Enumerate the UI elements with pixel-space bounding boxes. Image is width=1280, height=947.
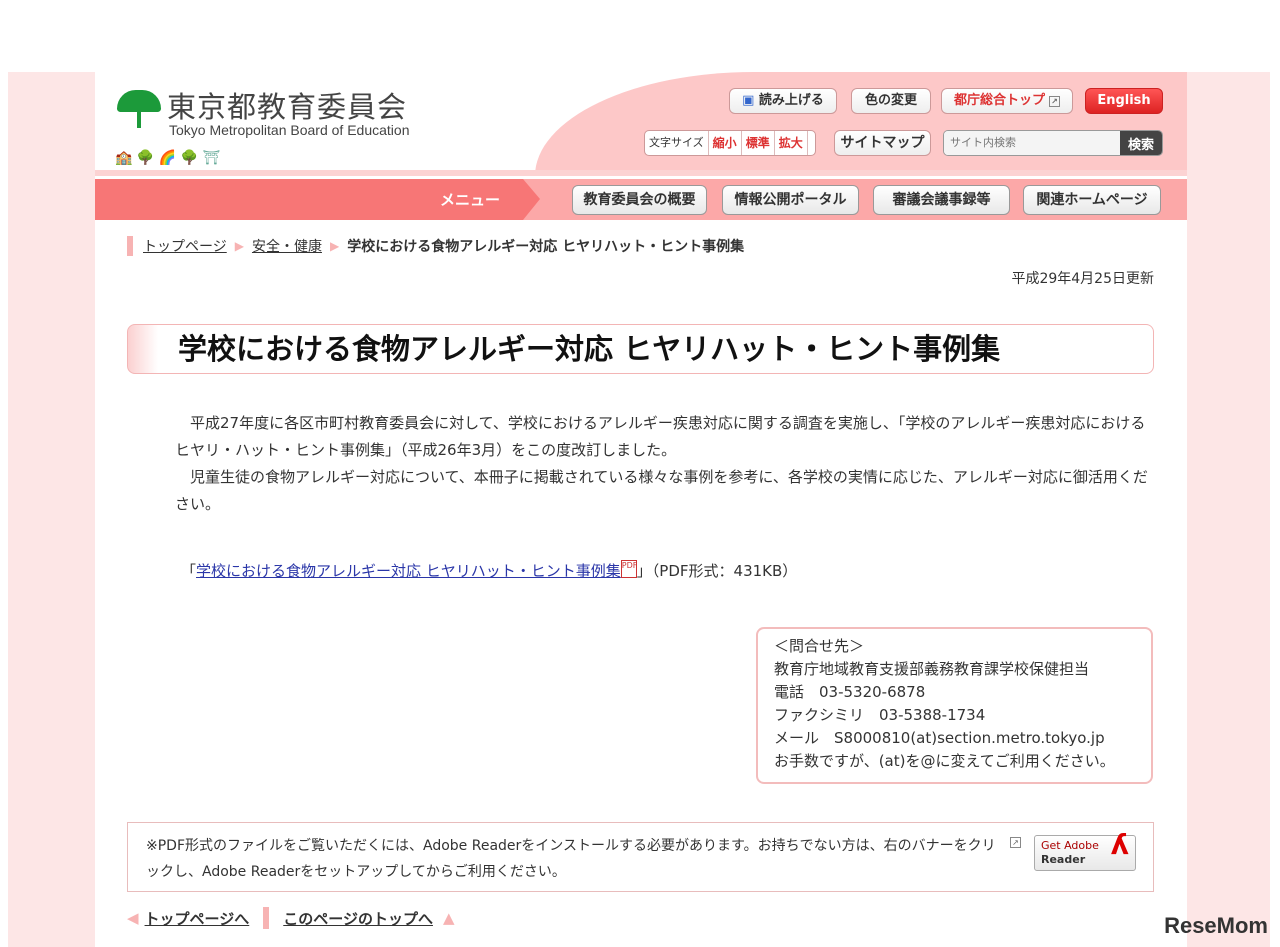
- sitemap-button[interactable]: サイトマップ: [834, 130, 931, 156]
- footer-nav: ◀ トップページへ このページのトップへ ▲: [127, 907, 455, 929]
- school-illustration-icon: 🏫 🌳 🌈 🌳 ⛩: [115, 150, 221, 166]
- font-size-control: 文字サイズ 縮小 標準 拡大: [644, 130, 816, 156]
- nav-minutes[interactable]: 審議会議事録等: [873, 185, 1010, 215]
- contact-note: お手数ですが、(at)を@に変えてご利用ください。: [774, 752, 1115, 770]
- font-standard-button[interactable]: 標準: [742, 131, 775, 155]
- font-large-button[interactable]: 拡大: [775, 131, 808, 155]
- adobe-note: ※PDF形式のファイルをご覧いただくには、Adobe Readerをインストール…: [127, 822, 1154, 892]
- up-arrow-icon: ▲: [442, 909, 455, 927]
- left-margin: [8, 72, 95, 947]
- adobe-note-text: ※PDF形式のファイルをご覧いただくには、Adobe Readerをインストール…: [146, 838, 996, 880]
- pdf-icon: PDF: [620, 560, 637, 578]
- left-arrow-icon: ◀: [127, 909, 139, 927]
- main-nav: メニュー 教育委員会の概要 情報公開ポータル 審議会議事録等 関連ホームページ: [95, 179, 1187, 220]
- speaker-icon: ▣: [742, 93, 755, 108]
- breadcrumb-top[interactable]: トップページ: [143, 236, 227, 256]
- contact-phone: 電話 03-5320-6878: [774, 683, 926, 701]
- nav-board-overview[interactable]: 教育委員会の概要: [572, 185, 707, 215]
- page-top-link[interactable]: このページのトップへ: [283, 908, 433, 929]
- breadcrumb-current: 学校における食物アレルギー対応 ヒヤリハット・ヒント事例集: [347, 239, 745, 255]
- search-button[interactable]: 検索: [1120, 131, 1162, 155]
- nav-info-portal[interactable]: 情報公開ポータル: [722, 185, 859, 215]
- pdf-link-line: 「学校における食物アレルギー対応 ヒヤリハット・ヒント事例集PDF」（PDF形式…: [181, 560, 797, 581]
- english-button[interactable]: English: [1085, 88, 1163, 114]
- header-base: [95, 170, 1187, 176]
- nav-related-pages[interactable]: 関連ホームページ: [1023, 185, 1161, 215]
- breadcrumb-safety-health[interactable]: 安全・健康: [252, 236, 322, 256]
- ginkgo-logo-icon: [117, 90, 161, 112]
- search-input[interactable]: [944, 131, 1120, 155]
- adobe-logo-icon: ʎ: [1110, 828, 1129, 861]
- page: 東京都教育委員会 Tokyo Metropolitan Board of Edu…: [95, 72, 1187, 947]
- menu-label: メニュー: [439, 191, 500, 209]
- header: 東京都教育委員会 Tokyo Metropolitan Board of Edu…: [95, 72, 1187, 176]
- logo-subtitle: Tokyo Metropolitan Board of Education: [169, 122, 410, 138]
- breadcrumb-arrow-icon: ▶: [329, 239, 340, 253]
- metro-top-label: 都庁総合トップ: [953, 93, 1045, 108]
- contact-heading: ＜問合せ先＞: [774, 637, 865, 655]
- font-small-button[interactable]: 縮小: [709, 131, 742, 155]
- external-link-icon: ↗: [1049, 96, 1060, 107]
- read-aloud-label: 読み上げる: [758, 93, 824, 108]
- right-margin: [1187, 72, 1270, 947]
- breadcrumb-arrow-icon: ▶: [234, 239, 244, 253]
- get-adobe-reader-banner[interactable]: Get Adobe Reader ʎ: [1034, 828, 1136, 871]
- ginkgo-stem-icon: [137, 110, 141, 128]
- pdf-size: 」（PDF形式：431KB）: [636, 562, 798, 580]
- body-text: 平成27年度に各区市町村教育委員会に対して、学校におけるアレルギー疾患対応に関す…: [175, 410, 1160, 518]
- logo-title[interactable]: 東京都教育委員会: [167, 84, 407, 126]
- contact-department: 教育庁地域教育支援部義務教育課学校保健担当: [774, 660, 1090, 678]
- pdf-link[interactable]: 学校における食物アレルギー対応 ヒヤリハット・ヒント事例集: [196, 562, 621, 580]
- contact-fax: ファクシミリ 03-5388-1734: [774, 706, 986, 724]
- menu-label-bar: メニュー: [95, 179, 540, 220]
- page-title: 学校における食物アレルギー対応 ヒヤリハット・ヒント事例集: [127, 324, 1154, 374]
- updated-date: 平成29年4月25日更新: [1011, 271, 1154, 287]
- resemom-watermark: ReseMom: [1164, 913, 1268, 938]
- color-change-button[interactable]: 色の変更: [851, 88, 931, 114]
- body-paragraph: 平成27年度に各区市町村教育委員会に対して、学校におけるアレルギー疾患対応に関す…: [175, 414, 1146, 459]
- search-box: 検索: [943, 130, 1163, 156]
- body-paragraph: 児童生徒の食物アレルギー対応について、本冊子に掲載されている様々な事例を参考に、…: [175, 468, 1148, 513]
- to-top-page-link[interactable]: トップページへ: [145, 908, 250, 929]
- contact-email: メール S8000810(at)section.metro.tokyo.jp: [774, 729, 1105, 747]
- font-size-label: 文字サイズ: [645, 131, 709, 155]
- contact-box: ＜問合せ先＞ 教育庁地域教育支援部義務教育課学校保健担当 電話 03-5320-…: [756, 627, 1153, 784]
- pdf-bracket: 「: [181, 562, 197, 580]
- read-aloud-button[interactable]: ▣ 読み上げる: [729, 88, 837, 114]
- external-link-icon: ↗: [1010, 837, 1021, 848]
- metro-top-button[interactable]: 都庁総合トップ ↗: [941, 88, 1073, 114]
- breadcrumb: トップページ ▶ 安全・健康 ▶ 学校における食物アレルギー対応 ヒヤリハット・…: [127, 236, 744, 256]
- divider: [263, 907, 270, 929]
